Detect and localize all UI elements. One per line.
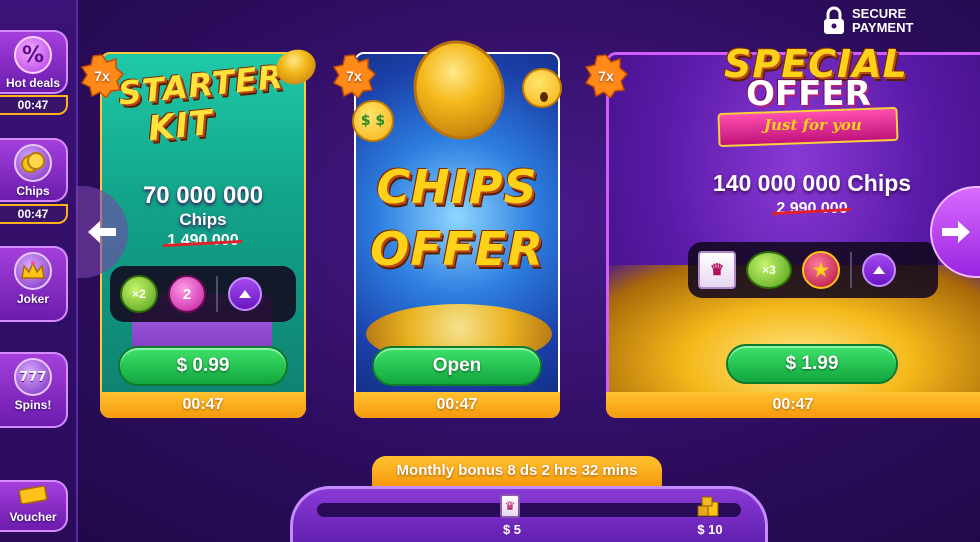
starter-badge: 7x (80, 54, 124, 98)
starter-old-amount: 1 490 000 (167, 232, 239, 249)
milestone-price-5: $ 5 (502, 522, 522, 537)
starter-unit: Chips (179, 210, 227, 229)
special-perk-bar: ♛ ×3 ★ (688, 242, 938, 298)
sidebar-item-label: Spins! (14, 398, 52, 412)
chevron-up-icon (873, 266, 885, 274)
special-subtitle: Just for you (764, 116, 862, 134)
perk-multiplier-icon: ×2 (120, 275, 158, 313)
perk-level-badge-icon: 2 (168, 275, 206, 313)
star-medal-icon: ★ (802, 251, 840, 289)
playing-card-icon: ♛ (698, 251, 736, 289)
sidebar-item-label: Joker (16, 292, 50, 306)
special-old-amount: 2 990 000 (776, 200, 848, 217)
sidebar-item-chips[interactable]: Chips (0, 138, 68, 202)
arrow-right-icon (942, 221, 970, 243)
perk-multiplier-icon: ×3 (746, 251, 792, 289)
starter-buy-button[interactable]: $ 0.99 (118, 346, 288, 386)
chips-offer-timer: 00:47 (354, 392, 560, 418)
starter-title-line2: KIT (146, 102, 216, 150)
sidebar-item-label: Chips (16, 184, 50, 198)
sidebar-item-hot-deals[interactable]: % Hot deals (0, 30, 68, 94)
chips-offer-open-button[interactable]: Open (372, 346, 542, 386)
special-badge: 7x (584, 54, 628, 98)
sidebar-item-label: Hot deals (5, 76, 60, 90)
sidebar-item-label: Voucher (9, 510, 57, 524)
chips-offer-title-line2: OFFER (370, 222, 544, 276)
secure-line2: PAYMENT (852, 20, 914, 35)
percent-icon: % (14, 36, 52, 74)
sidebar-timer-chips: 00:47 (0, 204, 68, 224)
special-timer: 00:47 (606, 392, 980, 418)
special-title-line2: OFFER (746, 74, 871, 114)
milestone-coins-icon (696, 494, 720, 518)
milestone-card-icon: ♛ (500, 494, 520, 518)
secure-payment: SECURE PAYMENT (822, 4, 932, 38)
special-buy-button[interactable]: $ 1.99 (726, 344, 898, 384)
lock-icon (824, 6, 844, 34)
chips-icon (14, 144, 52, 182)
special-amount: 140 000 000 Chips (712, 170, 912, 196)
chevron-up-icon (239, 290, 251, 298)
arrow-left-icon (88, 221, 116, 243)
crown-icon (14, 252, 52, 290)
money-face-emoji-icon: $ $ (352, 100, 394, 142)
sidebar-timer-hot-deals: 00:47 (0, 95, 68, 115)
monthly-progress-track (317, 503, 741, 517)
chips-offer-title-line1: CHIPS (376, 160, 538, 214)
secure-line1: SECURE (852, 6, 907, 21)
sidebar: % Hot deals 00:47 Chips 00:47 Joker 777 … (0, 0, 78, 542)
starter-perk-bar: ×2 2 (110, 266, 296, 322)
chips-offer-badge: 7x (332, 54, 376, 98)
starter-expand-button[interactable] (228, 277, 262, 311)
starter-timer: 00:47 (100, 392, 306, 418)
sidebar-item-voucher[interactable]: Voucher (0, 480, 68, 532)
surprised-face-emoji-icon (522, 68, 562, 108)
special-expand-button[interactable] (862, 253, 896, 287)
starter-amount: 70 000 000 (142, 182, 264, 209)
monthly-bonus-label: Monthly bonus 8 ds 2 hrs 32 mins (372, 456, 662, 486)
voucher-icon (18, 485, 48, 508)
sidebar-item-joker[interactable]: Joker (0, 246, 68, 322)
slots-777-icon: 777 (14, 358, 52, 396)
sidebar-item-spins[interactable]: 777 Spins! (0, 352, 68, 428)
milestone-price-10: $ 10 (697, 522, 723, 537)
